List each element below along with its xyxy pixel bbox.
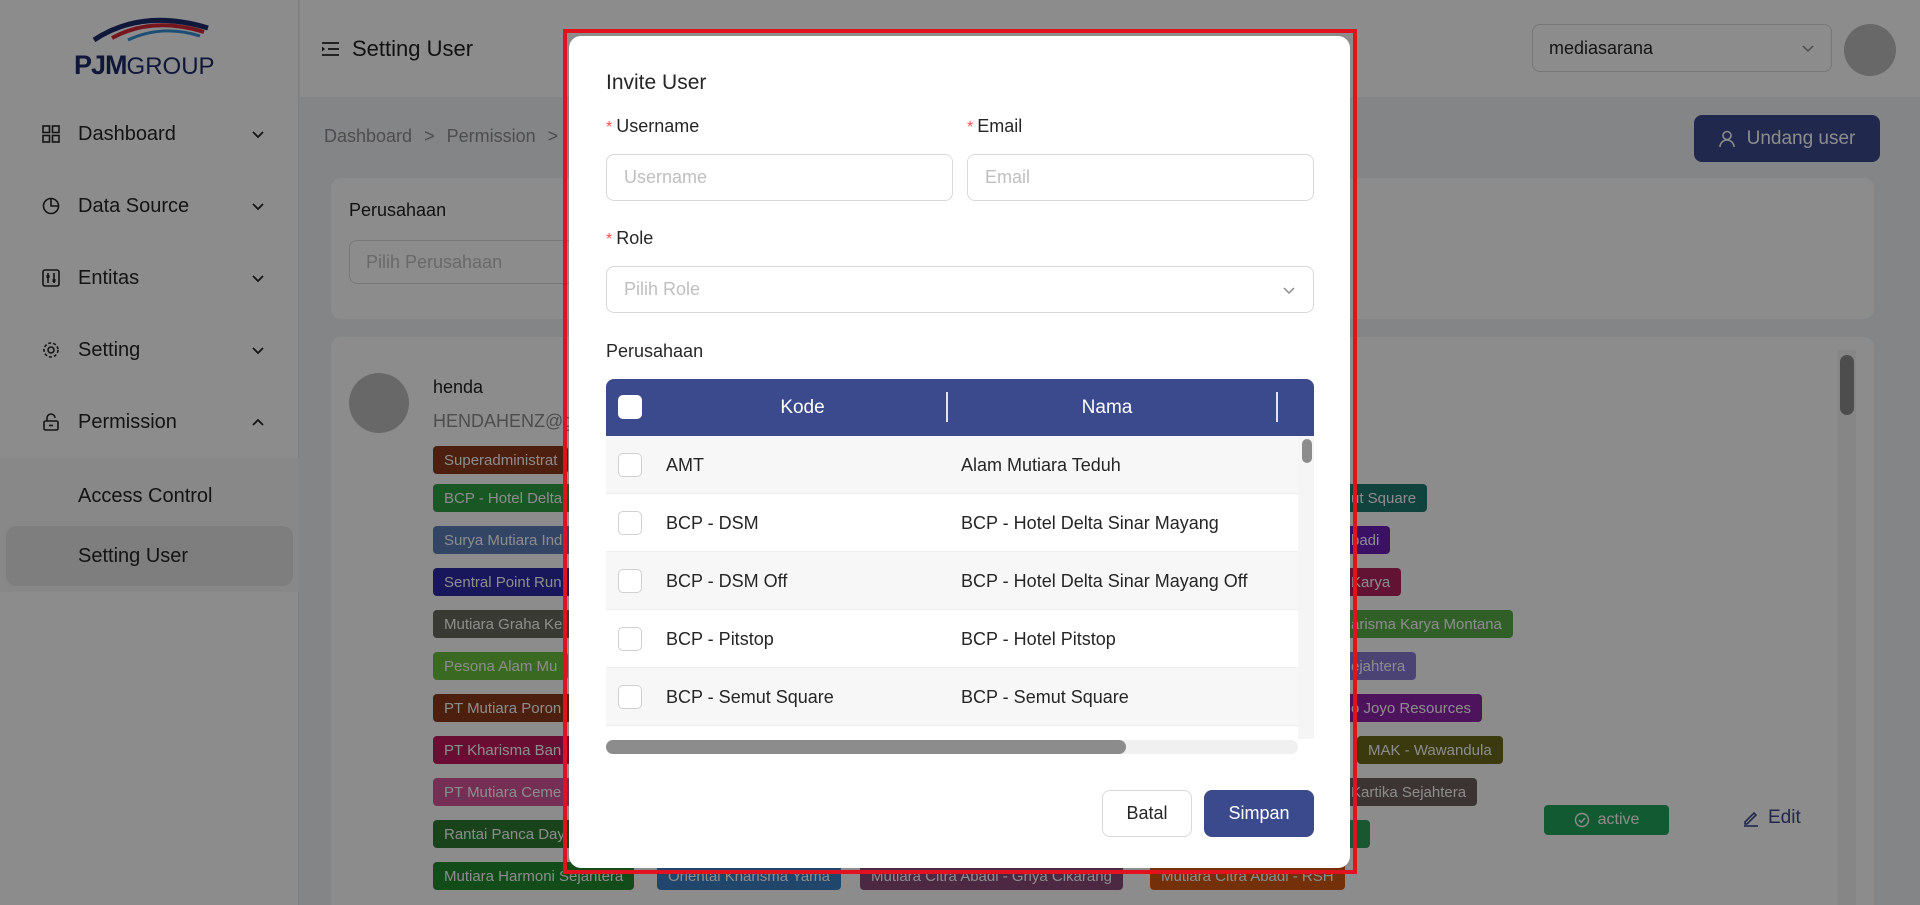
column-resize-handle[interactable]: [1276, 392, 1278, 422]
select-all-checkbox[interactable]: [618, 395, 642, 419]
email-input[interactable]: Email: [967, 154, 1314, 201]
row-checkbox[interactable]: [618, 453, 642, 477]
row-kode: AMT: [666, 455, 704, 475]
row-kode: BCP - DSM: [666, 513, 759, 533]
column-header-nama[interactable]: Nama: [942, 379, 1272, 436]
role-label-text: Role: [616, 228, 654, 248]
table-row[interactable]: BCP - Pitstop BCP - Hotel Pitstop: [606, 610, 1298, 668]
table-row[interactable]: BCP - DSM BCP - Hotel Delta Sinar Mayang: [606, 494, 1298, 552]
table-row[interactable]: AMT Alam Mutiara Teduh: [606, 436, 1298, 494]
column-header-kode[interactable]: Kode: [664, 379, 941, 436]
role-placeholder: Pilih Role: [624, 279, 701, 299]
required-asterisk: *: [606, 231, 613, 248]
row-nama: BCP - Hotel Pitstop: [961, 629, 1116, 649]
email-label: * Email: [967, 116, 1022, 137]
username-label-text: Username: [616, 116, 700, 136]
perusahaan-label: Perusahaan: [606, 341, 704, 361]
row-kode: BCP - DSM Off: [666, 571, 788, 591]
username-input[interactable]: Username: [606, 154, 953, 201]
table-row[interactable]: BCP - DSM Off BCP - Hotel Delta Sinar Ma…: [606, 552, 1298, 610]
row-checkbox[interactable]: [618, 627, 642, 651]
row-nama: BCP - Hotel Delta Sinar Mayang: [961, 513, 1219, 533]
table-header: Kode Nama: [606, 379, 1314, 436]
role-label: * Role: [606, 228, 653, 249]
row-nama: Alam Mutiara Teduh: [961, 455, 1121, 475]
email-label-text: Email: [977, 116, 1023, 136]
table-row[interactable]: BCP - Semut Square BCP - Semut Square: [606, 668, 1298, 726]
row-kode: BCP - Pitstop: [666, 629, 774, 649]
row-kode: BCP - Semut Square: [666, 687, 834, 707]
row-nama: BCP - Semut Square: [961, 687, 1129, 707]
row-checkbox[interactable]: [618, 685, 642, 709]
row-checkbox[interactable]: [618, 511, 642, 535]
save-button[interactable]: Simpan: [1204, 790, 1314, 837]
row-checkbox[interactable]: [618, 569, 642, 593]
required-asterisk: *: [606, 119, 613, 136]
username-placeholder: Username: [624, 167, 708, 187]
email-placeholder: Email: [985, 167, 1031, 187]
cancel-button[interactable]: Batal: [1102, 790, 1192, 837]
username-label: * Username: [606, 116, 699, 137]
table-horizontal-scrollbar[interactable]: [606, 740, 1126, 754]
required-asterisk: *: [967, 119, 974, 136]
chevron-down-icon: [1283, 286, 1295, 294]
row-nama: BCP - Hotel Delta Sinar Mayang Off: [961, 571, 1248, 591]
invite-user-modal: Invite User * Username Username * Email Em…: [569, 36, 1350, 868]
table-vertical-scrollbar-track[interactable]: [1298, 436, 1314, 739]
company-table: Kode Nama AMT Alam Mutiara Teduh BCP - D…: [606, 379, 1314, 755]
role-select[interactable]: Pilih Role: [606, 266, 1314, 313]
table-vertical-scrollbar[interactable]: [1302, 439, 1312, 463]
modal-title: Invite User: [606, 71, 707, 94]
